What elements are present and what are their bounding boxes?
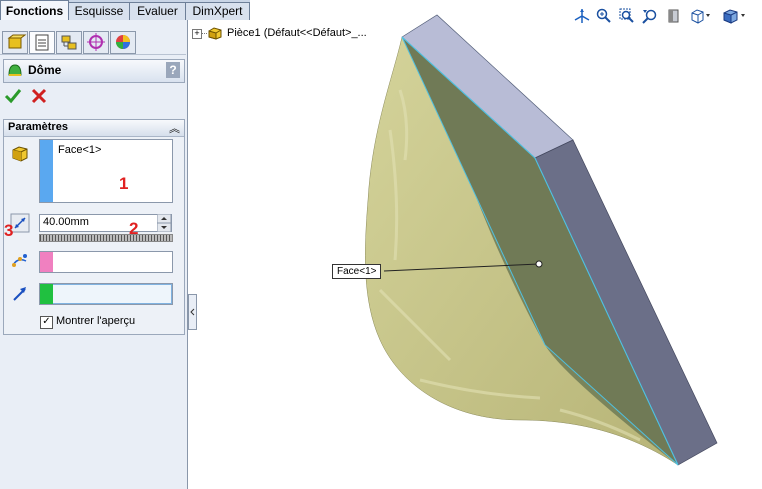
- callout-anchor: [535, 260, 543, 268]
- model-viewport[interactable]: [0, 0, 762, 489]
- face-callout[interactable]: Face<1>: [332, 264, 382, 279]
